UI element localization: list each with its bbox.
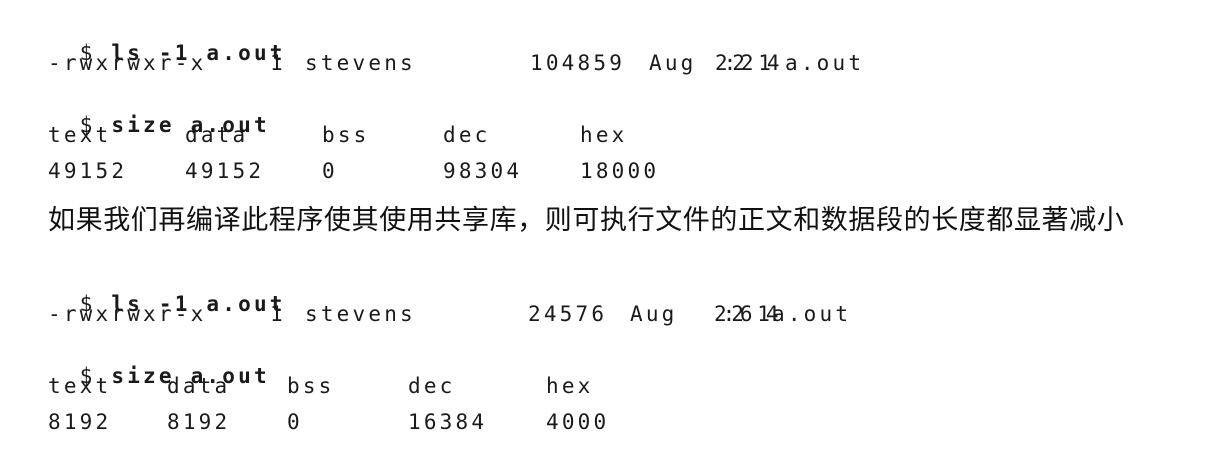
file-size: 24576 [528,302,608,326]
header-hex: hex [580,123,628,147]
value-bss: 0 [322,159,338,183]
file-name: a.out [785,51,865,75]
file-month: Aug [630,302,678,326]
value-dec: 98304 [443,159,523,183]
file-permissions: -rwxrwxr-x [48,51,207,75]
value-dec: 16384 [408,410,488,434]
header-hex: hex [546,374,594,398]
header-text: text [48,374,112,398]
value-data: 49152 [185,159,265,183]
file-time: 2:22 14 [715,51,779,75]
link-count: 1 [270,51,286,75]
file-name: a.out [772,302,852,326]
file-time: 2:26 14 [714,302,778,326]
value-text: 49152 [48,159,128,183]
file-owner: stevens [305,51,416,75]
file-month: Aug [649,51,697,75]
header-data: data [167,374,231,398]
body-paragraph: 如果我们再编译此程序使其使用共享库，则可执行文件的正文和数据段的长度都显著减小 [48,205,1125,236]
header-dec: dec [408,374,456,398]
value-text: 8192 [48,410,112,434]
link-count: 1 [270,302,286,326]
header-text: text [48,123,112,147]
header-bss: bss [287,374,335,398]
value-data: 8192 [167,410,231,434]
value-bss: 0 [287,410,303,434]
header-data: data [185,123,249,147]
header-dec: dec [443,123,491,147]
header-bss: bss [322,123,370,147]
file-owner: stevens [305,302,416,326]
file-permissions: -rwxrwxr-x [48,302,207,326]
value-hex: 4000 [546,410,610,434]
file-size: 104859 [530,51,626,75]
value-hex: 18000 [580,159,660,183]
